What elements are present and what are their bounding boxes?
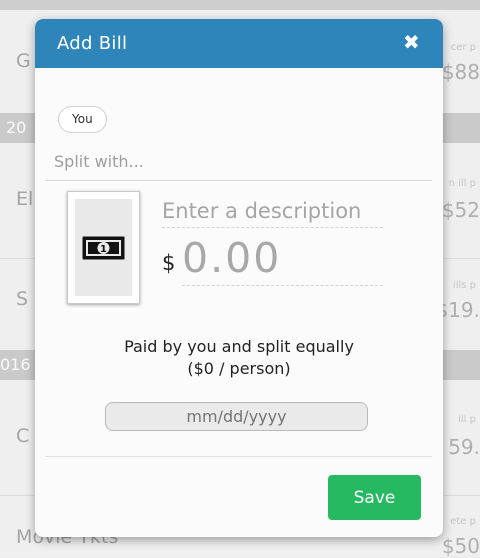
dialog-title: Add Bill	[57, 33, 128, 54]
divider	[45, 180, 432, 181]
add-bill-dialog: Add Bill ✖ You 1 $ Paid by you and split…	[35, 19, 443, 537]
split-with-input[interactable]	[52, 146, 428, 176]
paid-by-summary[interactable]: Paid by you and split equally	[35, 337, 443, 356]
dialog-header: Add Bill ✖	[35, 19, 443, 68]
amount-input[interactable]	[182, 231, 383, 286]
participant-chip-you[interactable]: You	[58, 106, 107, 133]
svg-text:1: 1	[100, 244, 107, 255]
date-input[interactable]	[105, 402, 368, 431]
receipt-image-button[interactable]: 1	[67, 191, 140, 304]
footer-divider	[45, 456, 432, 457]
save-button[interactable]: Save	[328, 475, 421, 520]
per-person-amount: ($0 / person)	[187, 359, 291, 378]
description-input[interactable]	[162, 195, 383, 228]
receipt-placeholder: 1	[75, 199, 132, 296]
close-icon[interactable]: ✖	[403, 31, 420, 53]
banknote-icon: 1	[82, 236, 125, 260]
currency-symbol: $	[162, 251, 176, 275]
